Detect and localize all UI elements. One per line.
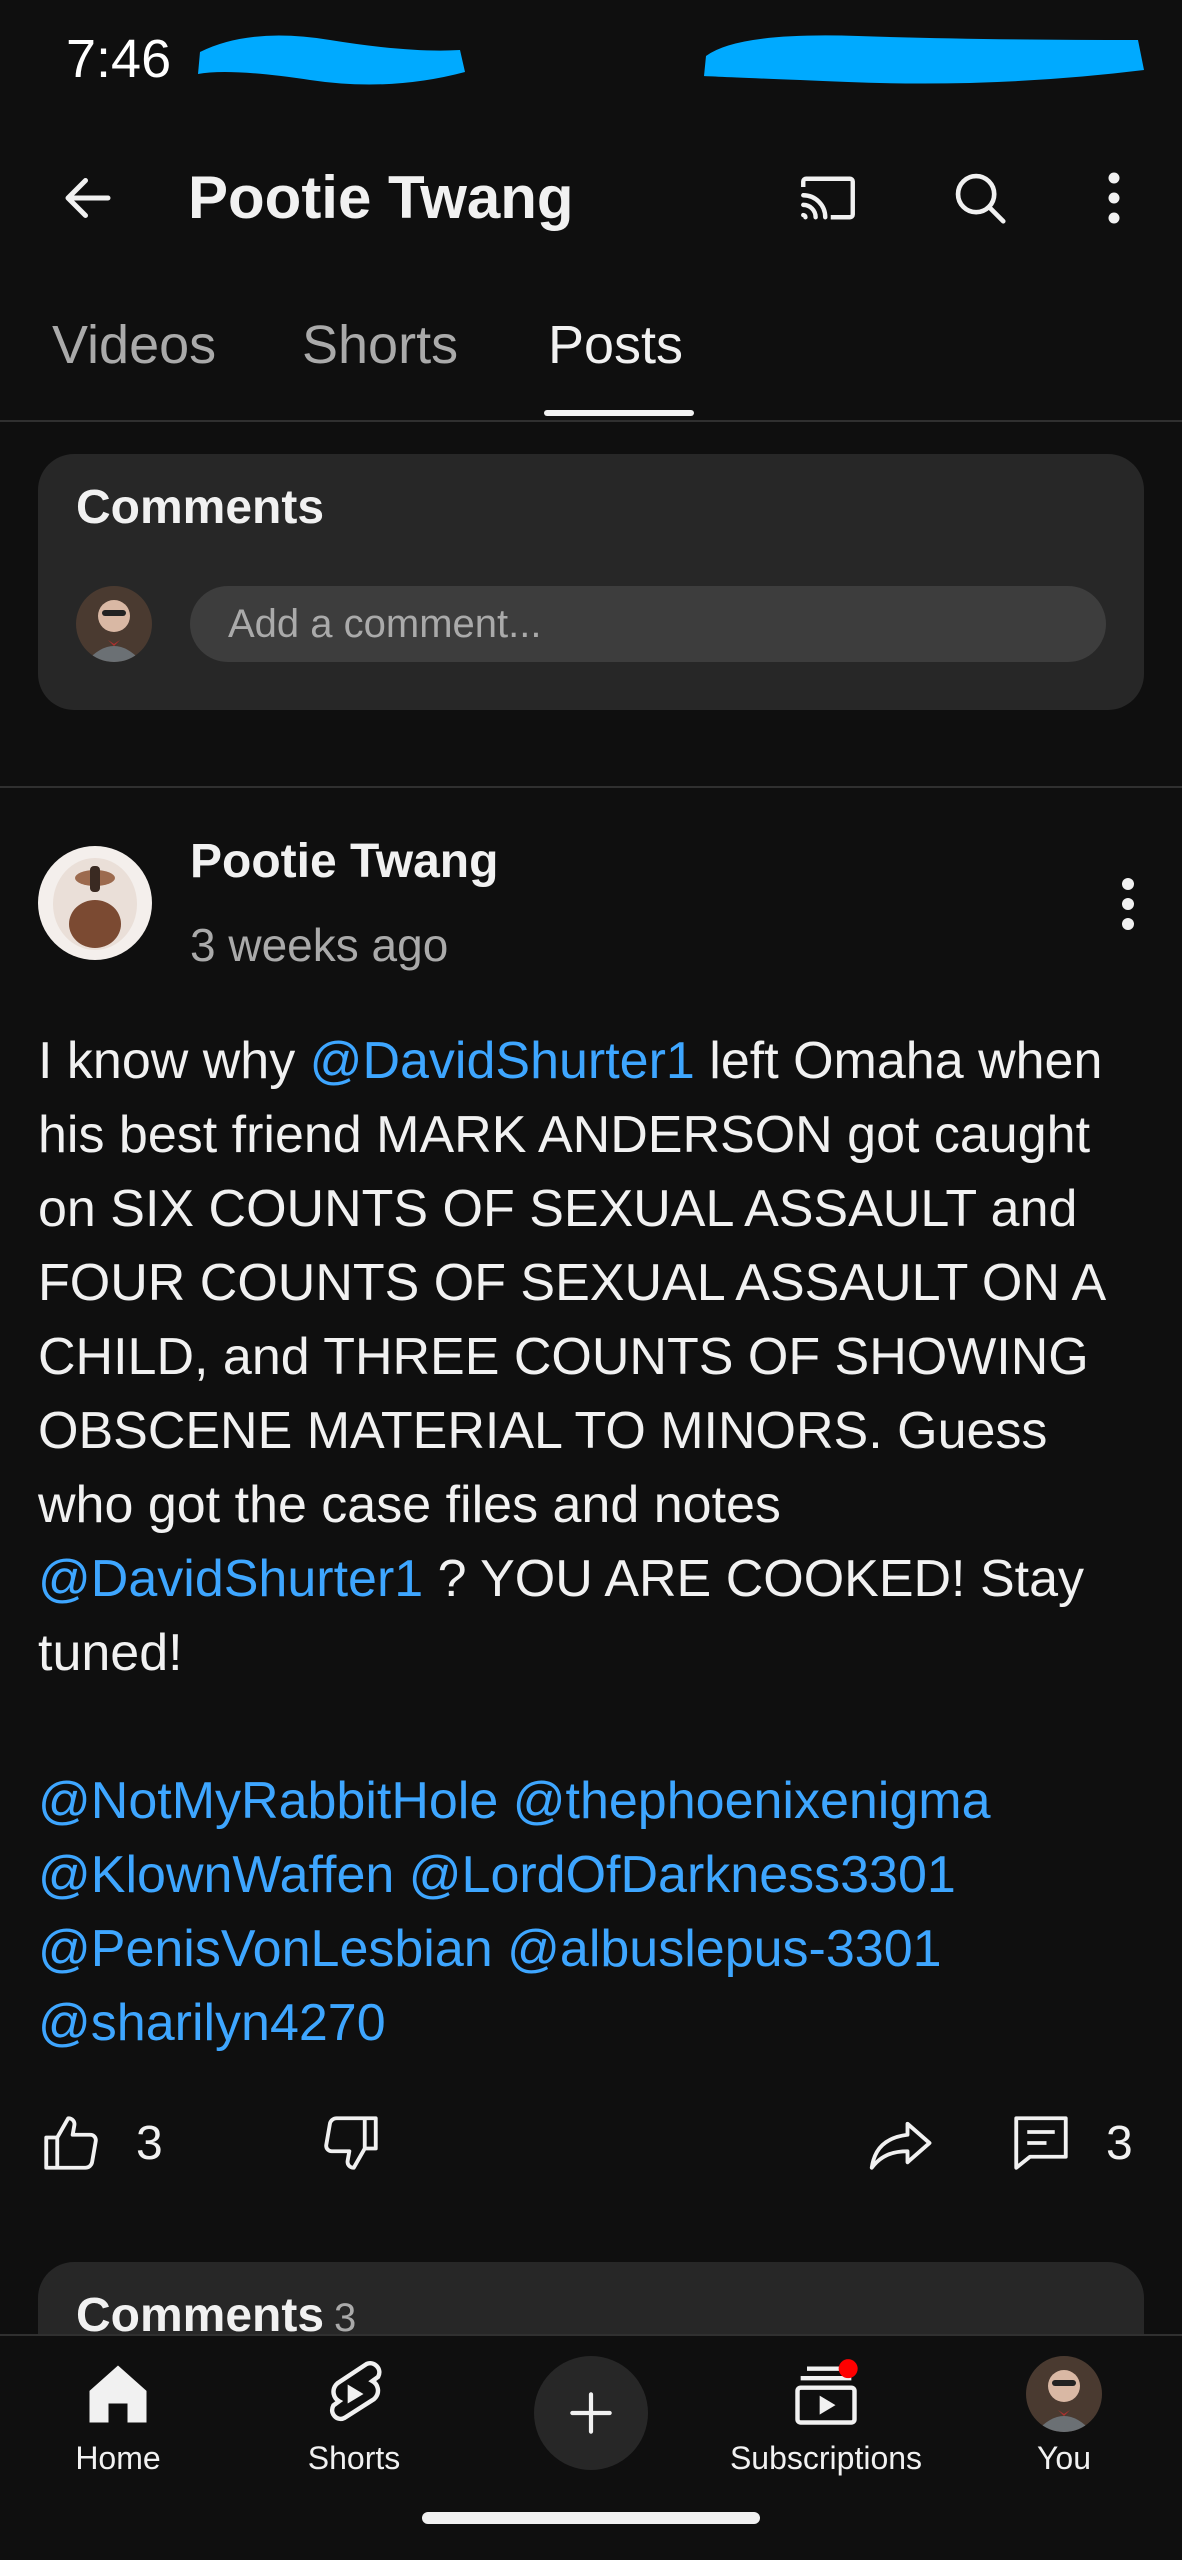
search-button[interactable] [932,150,1028,246]
subscriptions-icon [795,2359,858,2425]
mention-link[interactable]: @NotMyRabbitHole [38,1772,498,1830]
nav-shorts-label: Shorts [307,2440,401,2476]
more-vert-icon [1122,878,1134,930]
dislike-button[interactable] [318,2110,384,2176]
post-actions: 3 3 [0,2100,1182,2200]
comments-title: Comments [76,481,325,534]
plus-icon [570,2392,612,2434]
user-avatar-image [76,586,152,662]
create-button[interactable] [534,2356,648,2470]
bottom-navigation: Home Shorts Subscriptions You [0,2334,1182,2560]
search-icon [955,173,1006,224]
cast-button[interactable] [780,150,876,246]
redaction-scribble-left [198,35,465,85]
post-text-part: I know why [38,1032,310,1090]
redaction-scribble-right [703,35,1144,84]
shorts-icon [330,2361,382,2421]
back-button[interactable] [40,150,136,246]
status-time: 7:46 [66,29,172,89]
mention-link[interactable]: @thephoenixenigma [513,1772,991,1830]
tab-videos[interactable]: Videos [52,314,216,376]
post-author-name[interactable]: Pootie Twang [190,834,498,889]
mention-link[interactable]: @LordOfDarkness3301 [409,1846,956,1904]
thumbs-up-icon [44,2116,98,2170]
post-text: I know why @DavidShurter1 left Omaha whe… [38,1024,1148,1690]
cast-icon [801,176,855,220]
mention-link[interactable]: @DavidShurter1 [310,1032,695,1090]
tab-posts[interactable]: Posts [548,314,683,376]
nav-subscriptions-label: Subscriptions [729,2440,923,2476]
post-mentions: @NotMyRabbitHole @thephoenixenigma @Klow… [38,1764,1148,2060]
thumbs-down-icon [324,2116,378,2170]
mention-link[interactable]: @KlownWaffen [38,1846,394,1904]
top-app-bar: Pootie Twang [0,130,1182,260]
tab-shorts[interactable]: Shorts [302,314,458,376]
nav-home-label: Home [75,2440,161,2476]
post-author-avatar[interactable] [38,846,152,960]
channel-tabs: Videos Shorts Posts [0,292,1182,422]
you-avatar [1026,2356,1102,2432]
nav-shorts[interactable]: Shorts [254,2356,454,2477]
nav-you[interactable]: You [964,2356,1164,2477]
section-divider [0,786,1182,788]
nav-you-label: You [1037,2440,1091,2476]
add-comment-field[interactable] [190,586,1106,662]
mention-link[interactable]: @albuslepus-3301 [507,1920,941,1978]
more-options-button[interactable] [1066,150,1162,246]
post-text-part: left Omaha when his best friend MARK AND… [38,1032,1104,1534]
add-comment-input[interactable] [190,586,1106,662]
home-icon [89,2365,147,2423]
app-screen: 7:46 Pootie Twang Videos Shorts Posts Co… [0,0,1182,2560]
like-button[interactable]: 3 [38,2110,163,2176]
comment-icon [1014,2116,1068,2170]
comments-input-card: Comments [38,454,1144,710]
gesture-home-indicator[interactable] [422,2512,760,2524]
arrow-left-icon [65,178,111,218]
like-count: 3 [136,2116,163,2170]
notification-dot [838,2359,858,2379]
post-author-avatar-image [38,846,152,960]
nav-subscriptions[interactable]: Subscriptions [726,2356,926,2477]
channel-title: Pootie Twang [188,164,574,231]
user-avatar [76,586,152,662]
nav-home[interactable]: Home [18,2356,218,2477]
active-tab-indicator [544,410,694,416]
post-timestamp: 3 weeks ago [190,919,449,971]
more-vert-icon [1108,172,1120,224]
share-icon [869,2121,932,2170]
mention-link[interactable]: @sharilyn4270 [38,1994,386,2052]
share-button[interactable] [866,2110,938,2176]
comment-count: 3 [1106,2116,1133,2170]
mention-link[interactable]: @PenisVonLesbian [38,1920,493,1978]
status-bar: 7:46 [0,0,1182,120]
mention-link[interactable]: @DavidShurter1 [38,1550,423,1608]
post-more-button[interactable] [1098,864,1158,944]
comments-button[interactable]: 3 [1008,2110,1133,2176]
